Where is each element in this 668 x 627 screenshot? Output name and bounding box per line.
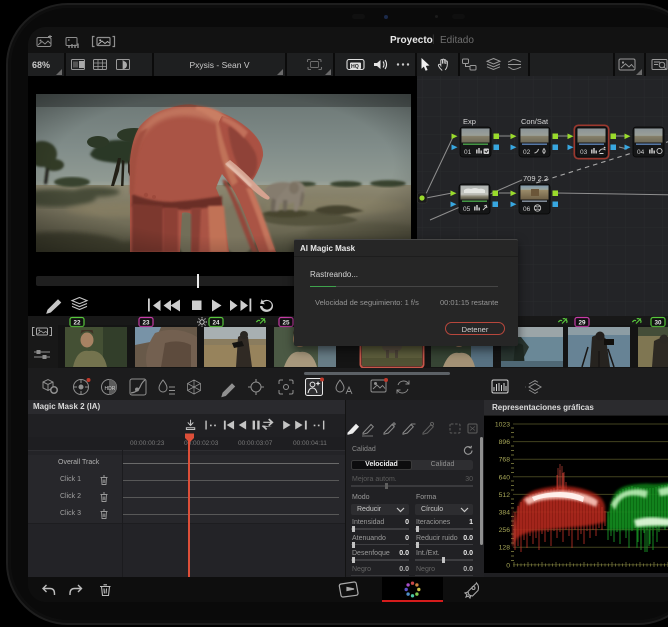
svg-text:04: 04 <box>637 149 645 156</box>
svg-text:02: 02 <box>523 149 531 156</box>
svg-text:768: 768 <box>499 457 511 464</box>
svg-text:03: 03 <box>580 149 588 156</box>
svg-text:05: 05 <box>463 206 471 213</box>
svg-text:1023: 1023 <box>495 422 510 429</box>
svg-text:Con/Sat: Con/Sat <box>521 117 549 126</box>
svg-text:HDR: HDR <box>105 386 116 392</box>
svg-text:384: 384 <box>499 510 511 517</box>
svg-text:0: 0 <box>506 563 510 570</box>
svg-text:896: 896 <box>499 439 511 446</box>
svg-text:Exp: Exp <box>463 117 476 126</box>
svg-text:512: 512 <box>499 492 511 499</box>
svg-text:06: 06 <box>523 206 531 213</box>
svg-text:256: 256 <box>499 527 511 534</box>
svg-text:128: 128 <box>499 545 511 552</box>
svg-text:HQ: HQ <box>351 64 359 70</box>
svg-text:640: 640 <box>499 475 511 482</box>
svg-text:709 2.2: 709 2.2 <box>523 174 548 183</box>
svg-text:01: 01 <box>464 149 472 156</box>
